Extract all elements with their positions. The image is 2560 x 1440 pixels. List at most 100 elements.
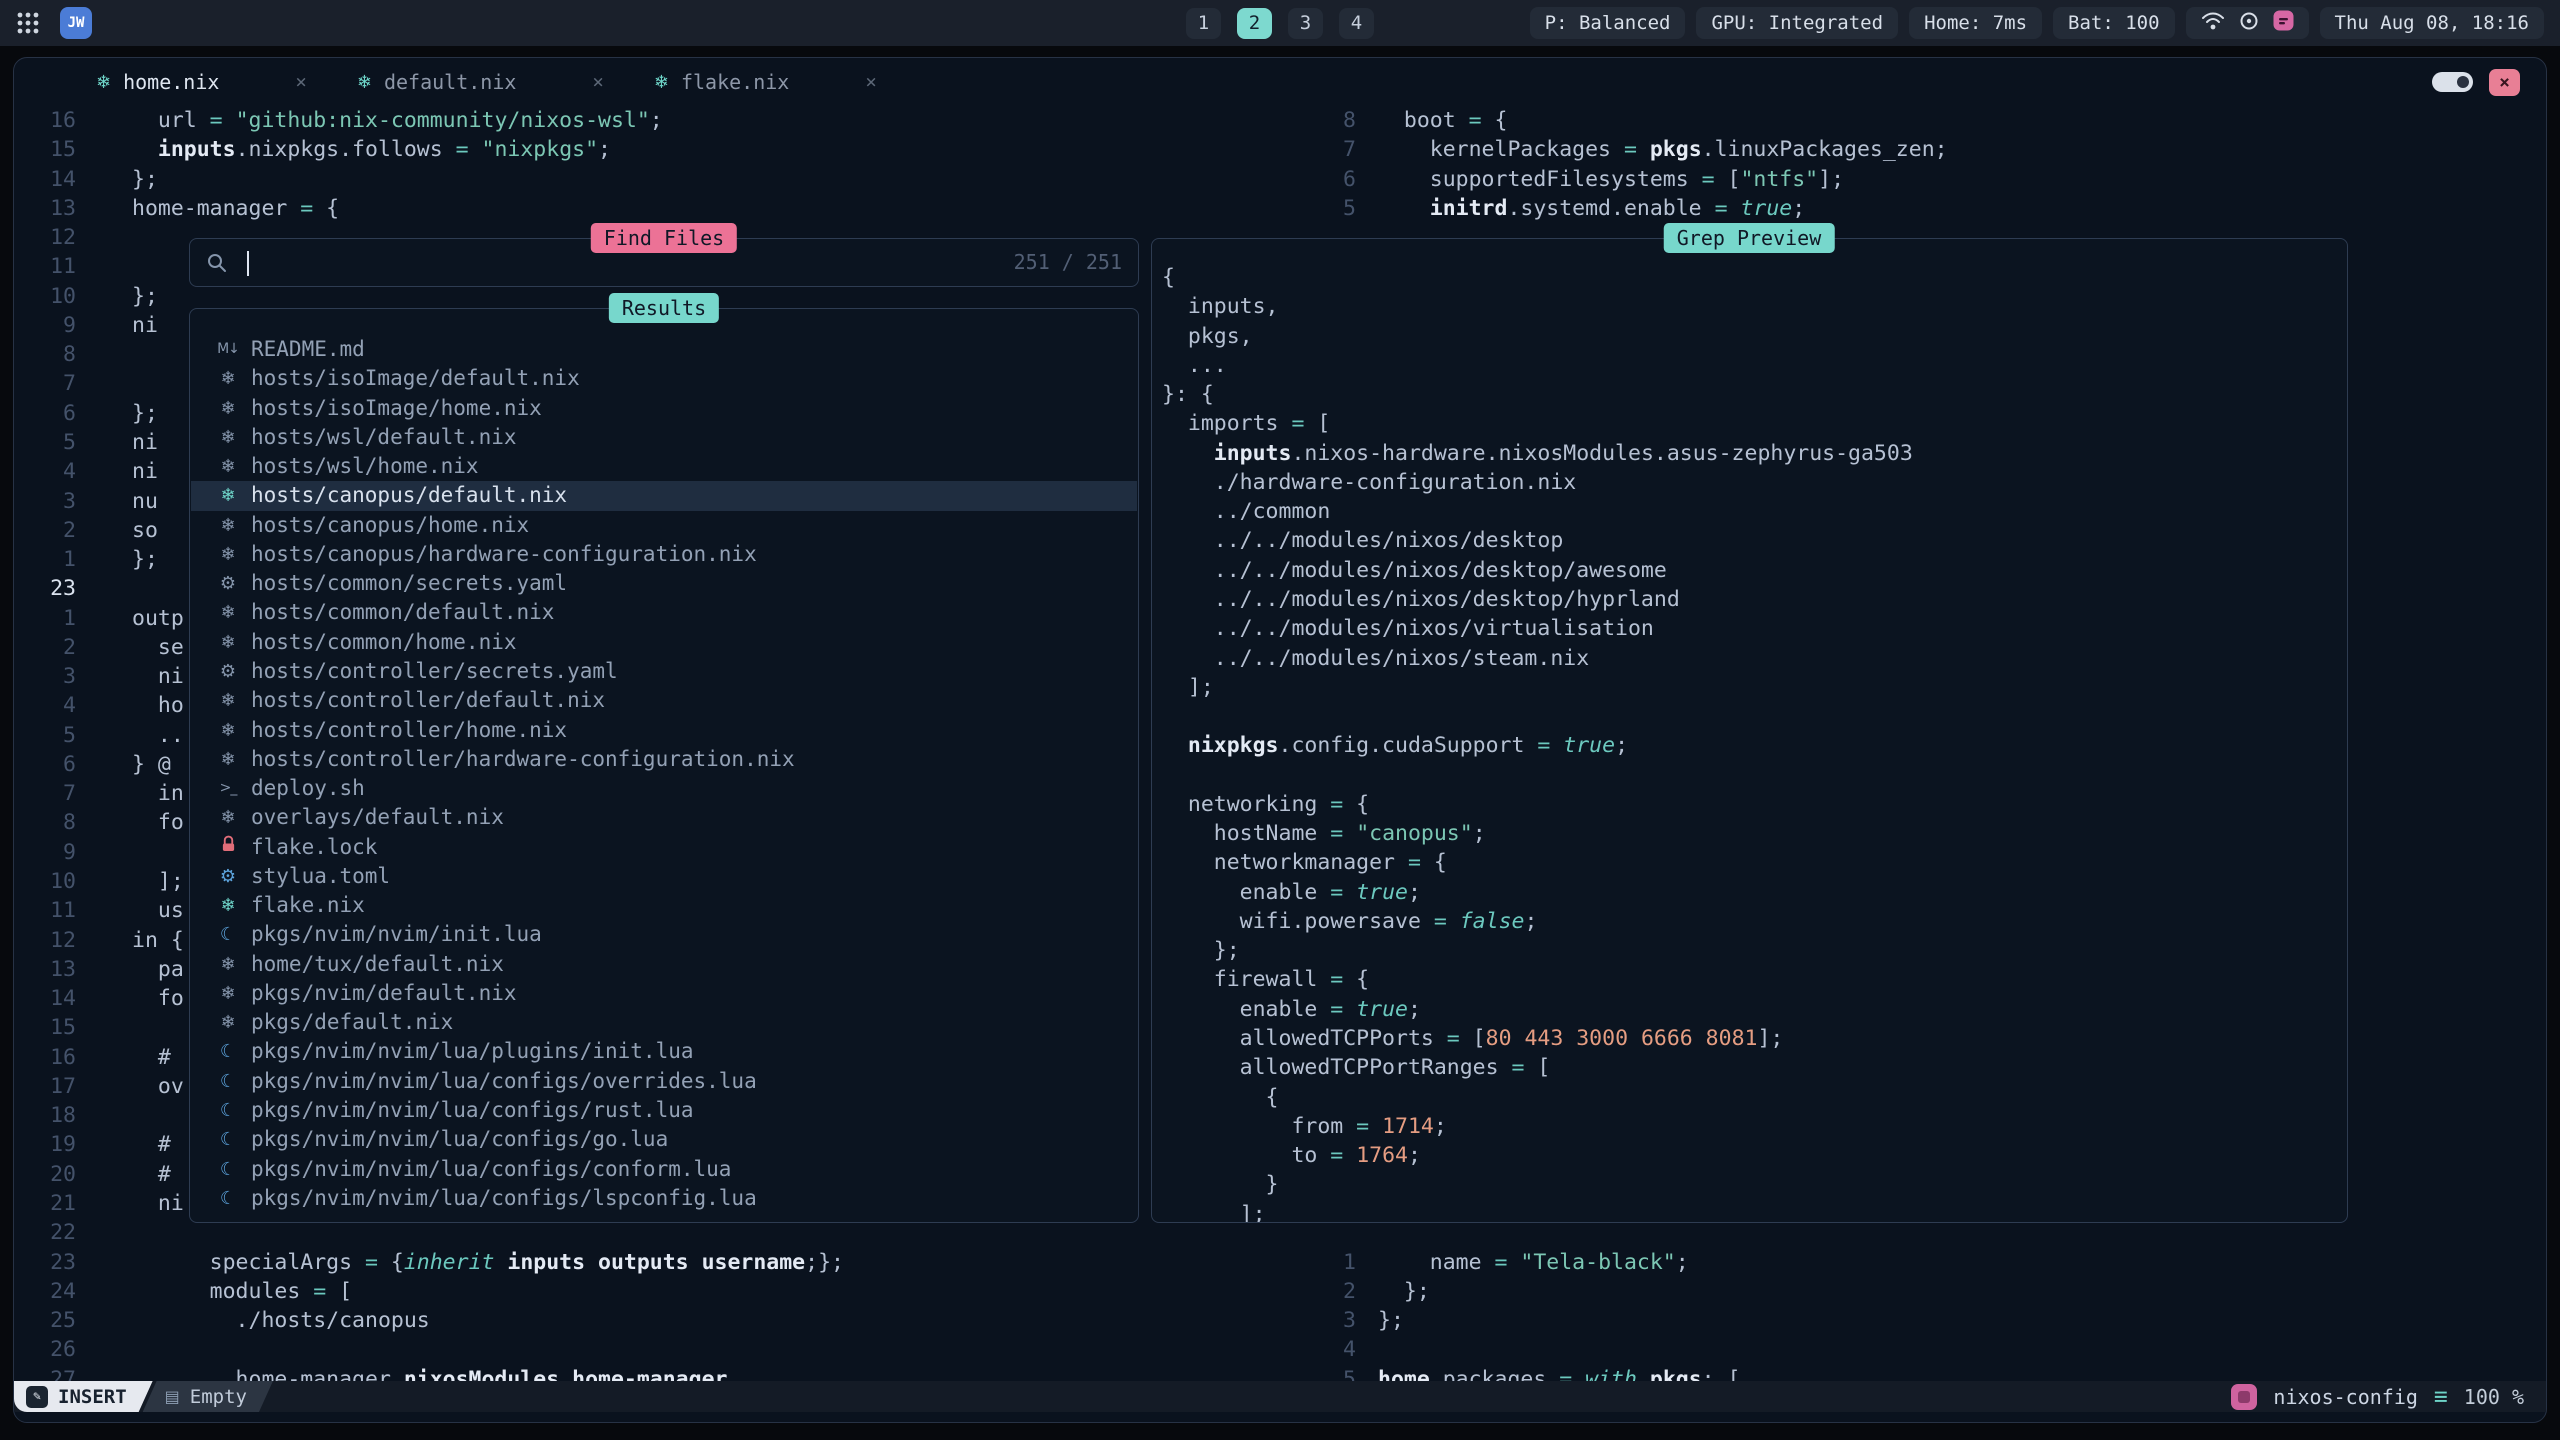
file-result[interactable]: ☾pkgs/nvim/nvim/init.lua <box>191 920 1137 949</box>
code-text: ho <box>132 691 184 720</box>
notification-icon[interactable] <box>2239 11 2259 36</box>
tab-default.nix[interactable]: ❄default.nix× <box>357 70 604 94</box>
nix-icon: ❄ <box>357 72 372 93</box>
file-result[interactable]: ❄hosts/common/home.nix <box>191 628 1137 657</box>
nix-icon: ❄ <box>215 950 241 979</box>
code-text: fo <box>132 984 184 1013</box>
file-result[interactable]: ☾pkgs/nvim/nvim/lua/plugins/init.lua <box>191 1037 1137 1066</box>
file-result[interactable]: ❄home/tux/default.nix <box>191 950 1137 979</box>
file-result[interactable]: ⚙hosts/controller/secrets.yaml <box>191 657 1137 686</box>
file-name: overlays/default.nix <box>251 803 504 832</box>
line-number: 9 <box>14 311 76 340</box>
code-text: }; <box>132 399 158 428</box>
file-result[interactable]: ❄overlays/default.nix <box>191 803 1137 832</box>
workspace-switcher: 1234 <box>1186 8 1374 39</box>
line-number: 13 <box>14 955 76 984</box>
file-result[interactable]: ☾pkgs/nvim/nvim/lua/configs/conform.lua <box>191 1155 1137 1184</box>
code-line[interactable]: 4 <box>14 1335 2546 1365</box>
tab-flake.nix[interactable]: ❄flake.nix× <box>654 70 877 94</box>
file-result[interactable]: ☾pkgs/nvim/nvim/lua/configs/overrides.lu… <box>191 1067 1137 1096</box>
line-number: 8 <box>14 808 76 837</box>
file-name: hosts/isoImage/default.nix <box>251 364 580 393</box>
file-name: pkgs/nvim/default.nix <box>251 979 517 1008</box>
file-result[interactable]: ❄pkgs/default.nix <box>191 1008 1137 1037</box>
code-text: name = "Tela-black"; <box>1378 1248 1689 1277</box>
file-result[interactable]: ❄hosts/wsl/home.nix <box>191 452 1137 481</box>
line-number: 6 <box>1276 165 1356 194</box>
close-window-button[interactable]: × <box>2489 69 2520 96</box>
code-text: }; <box>1378 1306 1404 1335</box>
file-result[interactable]: ❄hosts/wsl/default.nix <box>191 423 1137 452</box>
line-number: 2 <box>14 633 76 662</box>
file-result[interactable]: ❄hosts/canopus/home.nix <box>191 511 1137 540</box>
file-name: hosts/controller/home.nix <box>251 716 567 745</box>
preview-line: ../common <box>1162 497 1330 527</box>
file-result[interactable]: ☾pkgs/nvim/nvim/lua/configs/rust.lua <box>191 1096 1137 1125</box>
lua-icon: ☾ <box>215 1067 241 1096</box>
code-text: se <box>132 633 184 662</box>
preview-line: ../../modules/nixos/desktop/awesome <box>1162 556 1667 586</box>
file-result[interactable]: ❄pkgs/nvim/default.nix <box>191 979 1137 1008</box>
code-text: }; <box>132 545 158 574</box>
line-number: 6 <box>14 399 76 428</box>
file-result[interactable]: ❄hosts/isoImage/default.nix <box>191 364 1137 393</box>
nix-icon: ❄ <box>215 686 241 715</box>
file-result[interactable]: ❄hosts/canopus/hardware-configuration.ni… <box>191 540 1137 569</box>
buffer-icon: ▤ <box>165 1387 180 1406</box>
code-line[interactable]: 6 supportedFilesystems = ["ntfs"]; <box>14 165 2546 195</box>
line-number: 2 <box>1276 1277 1356 1306</box>
file-result[interactable]: ❄hosts/controller/home.nix <box>191 716 1137 745</box>
file-result[interactable]: ❄hosts/common/default.nix <box>191 598 1137 627</box>
code-line[interactable]: 8 boot = { <box>14 106 2546 136</box>
code-line[interactable]: 2 }; <box>14 1277 2546 1307</box>
preview-line: imports = [ <box>1162 409 1330 439</box>
file-result[interactable]: ❄hosts/canopus/default.nix <box>191 481 1137 510</box>
line-number: 5 <box>1276 1365 1356 1381</box>
tab-home.nix[interactable]: ❄home.nix× <box>96 70 307 94</box>
nix-icon: ❄ <box>215 891 241 920</box>
file-result[interactable]: ☾pkgs/nvim/nvim/lua/configs/lspconfig.lu… <box>191 1184 1137 1213</box>
recorder-icon[interactable] <box>2273 10 2294 36</box>
tab-close-icon[interactable]: × <box>865 71 876 93</box>
file-result[interactable]: ❄hosts/controller/default.nix <box>191 686 1137 715</box>
code-text: so <box>132 516 158 545</box>
workspace-2[interactable]: 2 <box>1237 8 1272 39</box>
file-result[interactable]: >_deploy.sh <box>191 774 1137 803</box>
code-line[interactable]: 1 name = "Tela-black"; <box>14 1248 2546 1278</box>
code-line[interactable]: 5 initrd.systemd.enable = true; <box>14 194 2546 224</box>
line-number: 8 <box>1276 106 1356 135</box>
workspace-4[interactable]: 4 <box>1339 8 1374 39</box>
file-result[interactable]: ❄hosts/controller/hardware-configuration… <box>191 745 1137 774</box>
code-line[interactable]: 3}; <box>14 1306 2546 1336</box>
line-number: 10 <box>14 867 76 896</box>
file-result[interactable]: ⚙hosts/common/secrets.yaml <box>191 569 1137 598</box>
pin-toggle[interactable] <box>2432 72 2473 92</box>
user-logo[interactable]: JW <box>60 7 92 39</box>
workspace-3[interactable]: 3 <box>1288 8 1323 39</box>
nix-icon: ❄ <box>215 452 241 481</box>
file-result[interactable]: ❄flake.nix <box>191 891 1137 920</box>
code-line[interactable]: 7 kernelPackages = pkgs.linuxPackages_ze… <box>14 135 2546 165</box>
code-text: # <box>132 1043 171 1072</box>
wifi-icon[interactable] <box>2201 11 2225 36</box>
line-number: 12 <box>14 926 76 955</box>
buffer-label: Empty <box>190 1386 247 1408</box>
file-result[interactable]: flake.lock <box>191 833 1137 862</box>
preview-line: ../../modules/nixos/virtualisation <box>1162 614 1654 644</box>
code-text: # <box>132 1130 171 1159</box>
app-launcher-icon[interactable] <box>16 11 40 35</box>
lua-icon: ☾ <box>215 1037 241 1066</box>
workspace-1[interactable]: 1 <box>1186 8 1221 39</box>
file-name: hosts/isoImage/home.nix <box>251 394 542 423</box>
file-name: hosts/wsl/default.nix <box>251 423 517 452</box>
file-result[interactable]: M↓README.md <box>191 335 1137 364</box>
file-name: stylua.toml <box>251 862 390 891</box>
file-result[interactable]: ☾pkgs/nvim/nvim/lua/configs/go.lua <box>191 1125 1137 1154</box>
file-result[interactable]: ⚙stylua.toml <box>191 862 1137 891</box>
file-result[interactable]: ❄hosts/isoImage/home.nix <box>191 394 1137 423</box>
tab-close-icon[interactable]: × <box>295 71 306 93</box>
tab-close-icon[interactable]: × <box>592 71 603 93</box>
preview-line: ../../modules/nixos/desktop/hyprland <box>1162 585 1680 615</box>
code-line[interactable]: 5home.packages = with pkgs; [ <box>14 1365 2546 1381</box>
preview-line: wifi.powersave = false; <box>1162 907 1537 937</box>
